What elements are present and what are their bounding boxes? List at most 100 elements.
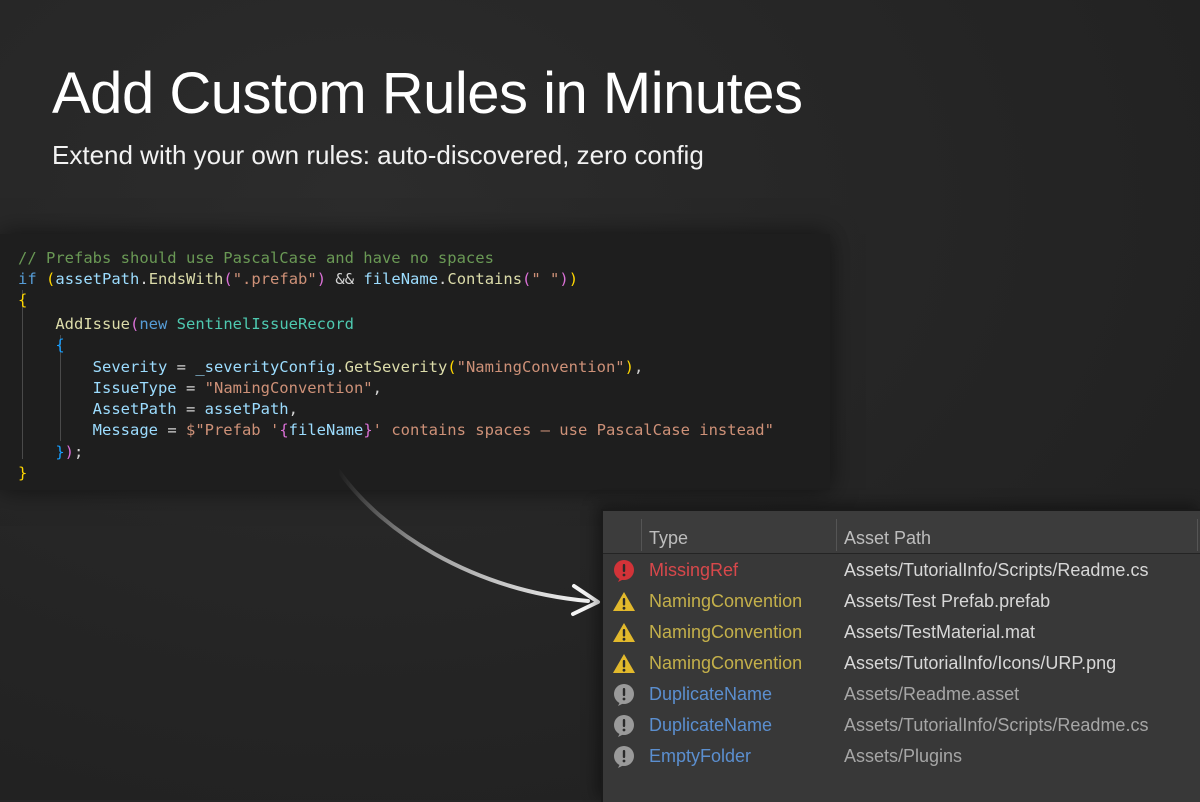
code-line: Severity = _severityConfig.GetSeverity("… [18, 357, 644, 378]
code-token: ( [223, 270, 233, 288]
code-token: . [139, 270, 149, 288]
code-token: _severityConfig [195, 358, 336, 376]
asset-path: Assets/TestMaterial.mat [844, 622, 1036, 642]
column-header-type[interactable]: Type [649, 511, 688, 553]
code-token: Contains [447, 270, 523, 288]
code-token: "NamingConvention" [456, 358, 625, 376]
code-token: ) [559, 270, 569, 288]
code-token: fileName [288, 421, 364, 439]
code-token: if [18, 270, 37, 288]
code-token: . [438, 270, 448, 288]
code-token: AddIssue [55, 315, 130, 333]
table-row[interactable]: DuplicateName Assets/TutorialInfo/Scripts… [603, 710, 1200, 741]
code-token: { [55, 336, 65, 354]
issue-type: EmptyFolder [649, 746, 752, 766]
code-token: EndsWith [148, 270, 224, 288]
code-token: ".prefab" [232, 270, 317, 288]
code-token: ( [129, 315, 140, 333]
code-line: AddIssue(new SentinelIssueRecord [18, 314, 354, 335]
code-token: ; [74, 443, 84, 461]
code-token: SentinelIssueRecord [176, 315, 354, 333]
code-token: GetSeverity [344, 358, 448, 376]
asset-path: Assets/Plugins [844, 746, 963, 766]
issue-type: DuplicateName [649, 715, 773, 735]
issue-type: MissingRef [649, 560, 739, 580]
table-row[interactable]: EmptyFolder Assets/Plugins [603, 741, 1200, 772]
issue-type: NamingConvention [649, 622, 803, 642]
code-line: Message = $"Prefab '{fileName}' contains… [18, 420, 774, 441]
issue-type: DuplicateName [649, 684, 773, 704]
code-token: new [139, 315, 168, 333]
code-token: AssetPath [92, 400, 177, 418]
code-token: Severity [92, 358, 168, 376]
column-header-asset-path[interactable]: Asset Path [844, 511, 931, 553]
column-separator [1197, 519, 1198, 551]
table-row[interactable]: NamingConvention Assets/TutorialInfo/Icon… [603, 648, 1200, 679]
info-icon [612, 714, 636, 738]
table-row[interactable]: NamingConvention Assets/TestMaterial.mat [603, 617, 1200, 648]
info-icon [612, 745, 636, 769]
code-token: ( [522, 270, 532, 288]
code-token: ) [624, 358, 634, 376]
code-token: fileName [363, 270, 439, 288]
column-separator [836, 519, 837, 551]
code-token: = [176, 400, 205, 418]
issues-table: Type Asset Path MissingRef Assets/Tutoria… [601, 509, 1200, 802]
code-token: " " [531, 270, 560, 288]
asset-path: Assets/TutorialInfo/Scripts/Readme.cs [844, 560, 1149, 580]
issue-type: NamingConvention [649, 591, 803, 611]
page-title: Add Custom Rules in Minutes [52, 61, 803, 126]
code-token: assetPath [55, 270, 140, 288]
table-row[interactable]: MissingRef Assets/TutorialInfo/Scripts/Re… [603, 555, 1200, 586]
code-line: } [18, 463, 27, 484]
code-line: { [18, 335, 65, 356]
code-token: . [335, 358, 345, 376]
code-token: ) [568, 270, 579, 288]
code-line: IssueType = "NamingConvention", [18, 378, 382, 399]
code-snippet-panel: // Prefabs should use PascalCase and hav… [0, 234, 830, 490]
page-subtitle: Extend with your own rules: auto-discove… [52, 140, 704, 170]
info-icon [612, 683, 636, 707]
column-separator [641, 519, 642, 551]
code-token: = [176, 379, 205, 397]
code-token: "NamingConvention" [204, 379, 373, 397]
code-token: Message [92, 421, 158, 439]
code-line: if (assetPath.EndsWith(".prefab") && fil… [18, 269, 578, 290]
code-token: assetPath [204, 400, 289, 418]
code-token: IssueType [92, 379, 177, 397]
table-header: Type Asset Path [603, 511, 1200, 554]
code-line: { [18, 290, 27, 311]
code-token: ( [447, 358, 457, 376]
code-token: && [326, 270, 364, 288]
code-token: ) [64, 443, 75, 461]
table-row[interactable]: NamingConvention Assets/Test Prefab.prefa… [603, 586, 1200, 617]
asset-path: Assets/Test Prefab.prefab [844, 591, 1051, 611]
code-token: { [279, 421, 289, 439]
code-token: , [633, 358, 644, 376]
warning-icon [612, 590, 636, 614]
code-token: ) [316, 270, 327, 288]
code-token: $"Prefab ' [185, 421, 280, 439]
code-line: AssetPath = assetPath, [18, 399, 298, 420]
code-token: = [157, 421, 186, 439]
code-token: // Prefabs should use PascalCase and hav… [18, 249, 494, 267]
asset-path: Assets/TutorialInfo/Scripts/Readme.cs [844, 715, 1149, 735]
code-token: } [55, 443, 65, 461]
asset-path: Assets/TutorialInfo/Icons/URP.png [844, 653, 1117, 673]
asset-path: Assets/Readme.asset [844, 684, 1020, 704]
table-row[interactable]: DuplicateName Assets/Readme.asset [603, 679, 1200, 710]
code-token: ( [46, 270, 56, 288]
code-token: } [18, 464, 28, 482]
code-token: ' contains spaces — use PascalCase inste… [372, 421, 774, 439]
warning-icon [612, 621, 636, 645]
code-token: = [167, 358, 196, 376]
